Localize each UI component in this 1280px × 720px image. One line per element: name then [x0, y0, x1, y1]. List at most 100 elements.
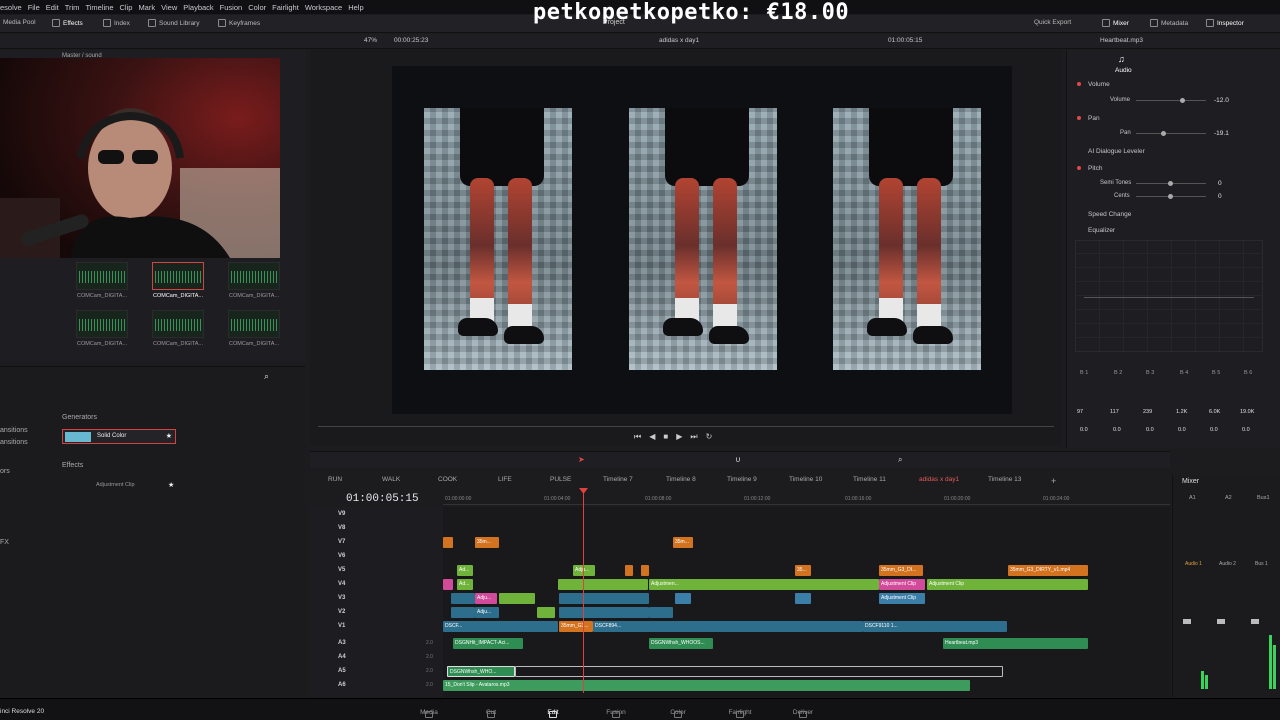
snapping-icon[interactable]: ∪ [735, 455, 741, 464]
track-name-v6[interactable]: V6 [338, 553, 345, 559]
keyframe-enable-icon[interactable] [1077, 82, 1081, 86]
eq-frequency[interactable]: 6.0K [1209, 409, 1220, 415]
track-name-v3[interactable]: V3 [338, 595, 345, 601]
sound-library-button[interactable]: Sound Library [148, 19, 199, 27]
eq-gain[interactable]: 0.0 [1242, 427, 1250, 433]
keyframe-enable-icon[interactable] [1077, 166, 1081, 170]
timeline-clip[interactable]: DSCF... [443, 621, 558, 632]
track-name-v2[interactable]: V2 [338, 609, 345, 615]
mixer-button[interactable]: Mixer [1102, 19, 1129, 27]
timeline-tab[interactable]: Timeline 11 [853, 476, 886, 483]
clip-thumbnail[interactable] [76, 310, 128, 338]
equalizer-graph[interactable] [1075, 240, 1263, 352]
timeline-tab[interactable]: Timeline 10 [789, 476, 822, 483]
clip-thumbnail[interactable] [228, 310, 280, 338]
audio-clip[interactable]: DSGNHit_IMPACT-Aci... [453, 638, 523, 649]
page-media[interactable]: Media [409, 709, 449, 718]
timeline-clip[interactable] [451, 607, 475, 618]
metadata-button[interactable]: Metadata [1150, 19, 1188, 27]
timeline-tab[interactable]: WALK [382, 476, 400, 483]
timeline-clip[interactable]: 35m... [475, 537, 499, 548]
timeline-clip[interactable]: Adju... [573, 565, 595, 576]
audio-clip[interactable]: DSGNWhsh_WHOOS... [649, 638, 713, 649]
timeline-clip[interactable]: Ad... [457, 565, 473, 576]
track-name-v9[interactable]: V9 [338, 511, 345, 517]
timeline-clip[interactable]: 35... [795, 565, 811, 576]
timeline-clip[interactable] [499, 593, 535, 604]
timeline-clip[interactable] [443, 537, 453, 548]
semitones-slider-handle[interactable] [1168, 181, 1173, 186]
track-name-a6[interactable]: A6 [338, 682, 346, 688]
media-pool-button[interactable]: Media Pool [3, 19, 36, 26]
timeline-tab[interactable]: Timeline 8 [666, 476, 696, 483]
play-icon[interactable]: ▶ [676, 432, 682, 442]
effects-category-item[interactable]: ansitions [0, 427, 28, 434]
stop-icon[interactable]: ■ [663, 432, 668, 442]
timeline-clip[interactable] [795, 593, 811, 604]
clip-thumbnail-selected[interactable] [152, 262, 204, 290]
eq-gain[interactable]: 0.0 [1146, 427, 1154, 433]
zoom-icon[interactable]: ⌕ [898, 455, 902, 465]
effects-category-item[interactable]: ansitions [0, 439, 28, 446]
cents-value[interactable]: 0 [1218, 193, 1222, 200]
track-name-v5[interactable]: V5 [338, 567, 345, 573]
timeline-tab[interactable]: COOK [438, 476, 457, 483]
add-timeline-icon[interactable]: + [1051, 476, 1056, 486]
semitones-value[interactable]: 0 [1218, 180, 1222, 187]
timeline-tab[interactable]: LIFE [498, 476, 512, 483]
timeline-clip[interactable] [641, 565, 649, 576]
timeline-clip[interactable]: DSCF9110 1... [863, 621, 1007, 632]
audio-clip[interactable]: Heartbeat.mp3 [943, 638, 1088, 649]
track-name-a4[interactable]: A4 [338, 654, 346, 660]
timeline-clip[interactable]: Adjustment Clip [927, 579, 1088, 590]
timeline-clip[interactable]: 35mm_G3_DI... [879, 565, 923, 576]
eq-frequency[interactable]: 239 [1143, 409, 1152, 415]
track-name-a5[interactable]: A5 [338, 668, 346, 674]
timeline-tab[interactable]: Timeline 9 [727, 476, 757, 483]
timeline-clip[interactable]: 35mm_G3_DIRTY_v1.mp4 [1008, 565, 1088, 576]
menu-mark[interactable]: Mark [138, 3, 161, 12]
eq-gain[interactable]: 0.0 [1178, 427, 1186, 433]
menu-workspace[interactable]: Workspace [305, 3, 348, 12]
timeline-clip[interactable] [558, 579, 648, 590]
menu-timeline[interactable]: Timeline [85, 3, 119, 12]
track-name-v8[interactable]: V8 [338, 525, 345, 531]
favorite-star-icon[interactable]: ★ [168, 481, 174, 489]
menu-fusion[interactable]: Fusion [220, 3, 249, 12]
play-reverse-icon[interactable]: ◀ [649, 432, 655, 442]
timeline-tab[interactable]: Timeline 7 [603, 476, 633, 483]
timeline-timecode[interactable]: 01:00:05:15 [346, 493, 419, 505]
pan-slider[interactable] [1136, 133, 1206, 134]
loop-icon[interactable]: ↻ [706, 432, 713, 442]
page-color[interactable]: Color [658, 709, 698, 718]
eq-frequency[interactable]: 117 [1110, 409, 1119, 415]
audio-clip[interactable]: 15_Don't Slip - Avataros.mp3 [443, 680, 970, 691]
inspector-tab-audio[interactable]: Audio [1115, 67, 1132, 74]
track-name-v1[interactable]: V1 [338, 623, 345, 629]
timeline-clip[interactable] [443, 579, 453, 590]
menu-file[interactable]: File [28, 3, 46, 12]
pan-value[interactable]: -19.1 [1214, 130, 1229, 137]
timeline-clip[interactable]: 35mm_G3... [559, 621, 593, 632]
zoom-level[interactable]: 47% [364, 37, 377, 44]
timeline-clip[interactable] [625, 565, 633, 576]
cents-slider-handle[interactable] [1168, 194, 1173, 199]
eq-gain[interactable]: 0.0 [1113, 427, 1121, 433]
timeline-clip[interactable] [559, 593, 649, 604]
volume-slider-handle[interactable] [1180, 98, 1185, 103]
clip-thumbnail[interactable] [76, 262, 128, 290]
timeline-clip[interactable] [559, 607, 649, 618]
timeline-clip[interactable]: Adjustment Clip [879, 579, 925, 590]
eq-frequency[interactable]: 19.0K [1240, 409, 1254, 415]
project-tab[interactable]: Project [603, 19, 625, 26]
menu-help[interactable]: Help [348, 3, 369, 12]
menu-fairlight[interactable]: Fairlight [272, 3, 305, 12]
menu-color[interactable]: Color [248, 3, 272, 12]
eq-frequency[interactable]: 97 [1077, 409, 1083, 415]
speed-change[interactable]: Speed Change [1088, 211, 1131, 218]
menu-app[interactable]: esolve [0, 3, 28, 12]
page-fusion[interactable]: Fusion [596, 709, 636, 718]
timeline-tab-active[interactable]: adidas x day1 [919, 476, 959, 483]
page-cut[interactable]: Cut [471, 709, 511, 718]
timeline-clip[interactable]: Ad... [457, 579, 473, 590]
